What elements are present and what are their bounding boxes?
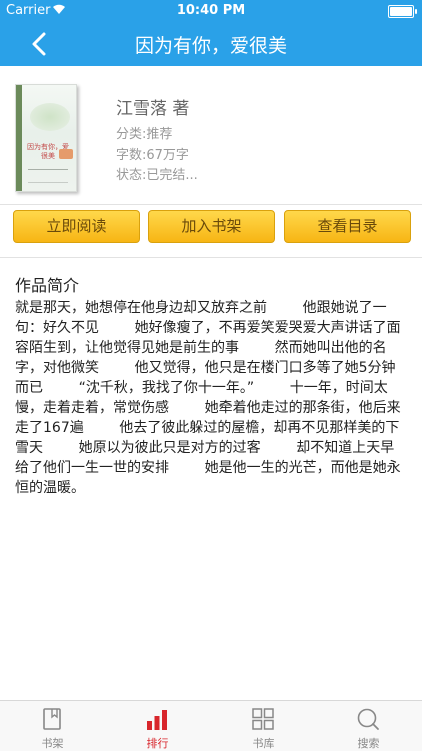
- battery-icon: [388, 5, 417, 18]
- book-category: 分类:推荐: [116, 127, 173, 142]
- book-cover[interactable]: 因为有你，爱很美: [15, 84, 77, 192]
- nav-bar: 因为有你，爱很美: [0, 22, 422, 66]
- bookshelf-icon: [40, 707, 64, 731]
- library-grid-icon: [251, 707, 275, 731]
- view-catalog-button[interactable]: 查看目录: [284, 210, 411, 243]
- search-icon: [356, 707, 380, 731]
- tab-bar: 书架 排行 书库 搜索: [0, 700, 422, 751]
- ranking-bar-icon: [145, 707, 169, 731]
- cover-badge: [59, 149, 73, 159]
- read-now-button[interactable]: 立即阅读: [13, 210, 140, 243]
- status-time: 10:40 PM: [176, 3, 246, 18]
- status-bar: Carrier 10:40 PM: [0, 0, 422, 22]
- cover-spine: [16, 85, 22, 191]
- page-title: 因为有你，爱很美: [134, 35, 287, 57]
- tab-label: 搜索: [357, 737, 380, 750]
- tab-ranking[interactable]: 排行: [105, 701, 210, 751]
- tab-label: 书库: [252, 737, 275, 750]
- tab-search[interactable]: 搜索: [316, 701, 421, 751]
- tab-label: 排行: [146, 737, 169, 750]
- tab-bookshelf[interactable]: 书架: [0, 701, 105, 751]
- cover-illustration: [30, 103, 70, 131]
- book-word-count: 字数:67万字: [116, 148, 189, 163]
- intro-text: 就是那天，她想停在他身边却又放弃之前 他跟她说了一句：好久不见 她好像瘦了，不再…: [15, 300, 401, 496]
- book-info: 因为有你，爱很美 江雪落 著 分类:推荐 字数:67万字 状态:已完结...: [0, 66, 422, 204]
- add-to-shelf-button[interactable]: 加入书架: [148, 210, 275, 243]
- action-buttons: 立即阅读 加入书架 查看目录: [0, 210, 422, 244]
- divider: [0, 257, 422, 258]
- book-author: 江雪落 著: [116, 99, 190, 119]
- tab-library[interactable]: 书库: [211, 701, 316, 751]
- intro-heading: 作品简介: [15, 276, 80, 295]
- book-status: 状态:已完结...: [116, 168, 198, 183]
- cover-text-lines: [28, 169, 68, 183]
- tab-label: 书架: [41, 737, 64, 750]
- divider: [0, 204, 422, 205]
